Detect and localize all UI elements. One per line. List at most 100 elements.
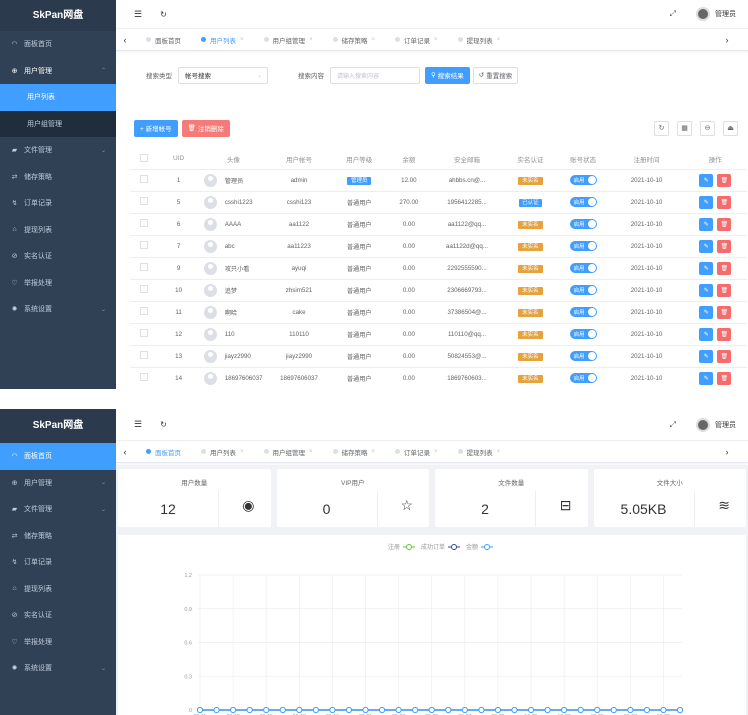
status-toggle[interactable]: 启用	[569, 263, 597, 273]
status-toggle[interactable]: 启用	[569, 351, 597, 361]
sidebar-item-8[interactable]: ✹ 系统设置 ⌄	[0, 655, 116, 682]
close-icon[interactable]: ×	[497, 37, 501, 43]
tab-2[interactable]: 用户组管理 ×	[258, 32, 319, 48]
edit-button[interactable]: ✎	[699, 305, 714, 319]
sidebar-item-3[interactable]: ⇄ 储存策略	[0, 523, 116, 550]
columns-icon[interactable]: ▦	[677, 120, 692, 136]
fullscreen-icon[interactable]: ⤢	[670, 9, 676, 19]
delete-row-button[interactable]: 🗑	[717, 305, 732, 319]
search-input[interactable]: 请输入搜索内容	[330, 66, 420, 84]
row-checkbox[interactable]	[139, 241, 148, 249]
close-icon[interactable]: ×	[240, 37, 244, 43]
tab-1[interactable]: 用户列表 ×	[195, 32, 250, 48]
chevron-left-icon[interactable]: ‹	[118, 447, 132, 457]
refresh-table-icon[interactable]: ↻	[654, 120, 669, 136]
row-checkbox[interactable]	[139, 219, 148, 227]
row-checkbox[interactable]	[139, 329, 148, 337]
sidebar-item-1[interactable]: ⊕ 用户管理 ⌃	[0, 58, 116, 85]
close-icon[interactable]: ×	[497, 449, 501, 455]
user-menu[interactable]: 管理员	[696, 7, 736, 21]
edit-button[interactable]: ✎	[699, 195, 714, 209]
sidebar-item-1[interactable]: ⊕ 用户管理 ⌄	[0, 470, 116, 497]
export-icon[interactable]: ⊖	[700, 120, 715, 136]
close-icon[interactable]: ×	[309, 449, 313, 455]
tab-3[interactable]: 储存策略 ×	[327, 444, 382, 460]
close-icon[interactable]: ×	[372, 37, 376, 43]
status-toggle[interactable]: 启用	[569, 219, 597, 229]
delete-row-button[interactable]: 🗑	[717, 173, 732, 187]
delete-row-button[interactable]: 🗑	[717, 349, 732, 363]
sidebar-item-6[interactable]: ↯ 订单记录	[0, 190, 116, 217]
edit-button[interactable]: ✎	[699, 371, 714, 385]
select-all-checkbox[interactable]	[139, 153, 148, 162]
sidebar-item-5[interactable]: ⇄ 储存策略	[0, 164, 116, 191]
sidebar-item-4[interactable]: ▰ 文件管理 ⌄	[0, 137, 116, 164]
tab-4[interactable]: 订单记录 ×	[389, 444, 444, 460]
sidebar-item-7[interactable]: ♡ 举报处理	[0, 629, 116, 656]
hamburger-icon[interactable]: ☰	[134, 419, 142, 430]
sidebar-item-6[interactable]: ⊘ 实名认证	[0, 602, 116, 629]
tab-1[interactable]: 用户列表 ×	[195, 444, 250, 460]
close-icon[interactable]: ×	[240, 449, 244, 455]
status-toggle[interactable]: 启用	[569, 197, 597, 207]
tab-4[interactable]: 订单记录 ×	[389, 32, 444, 48]
print-icon[interactable]: ⏏	[723, 120, 738, 136]
delete-row-button[interactable]: 🗑	[717, 371, 732, 385]
delete-row-button[interactable]: 🗑	[717, 217, 732, 231]
search-type-select[interactable]: 帐号搜索 ⌄	[178, 66, 268, 84]
sidebar-item-7[interactable]: ⌂ 提现列表	[0, 217, 116, 244]
row-checkbox[interactable]	[139, 175, 148, 183]
hamburger-icon[interactable]: ☰	[134, 9, 142, 20]
close-icon[interactable]: ×	[372, 449, 376, 455]
chevron-right-icon[interactable]: ›	[720, 35, 734, 45]
row-checkbox[interactable]	[139, 373, 148, 381]
row-checkbox[interactable]	[139, 351, 148, 359]
status-toggle[interactable]: 启用	[569, 373, 597, 383]
edit-button[interactable]: ✎	[699, 261, 714, 275]
row-checkbox[interactable]	[139, 285, 148, 293]
delete-row-button[interactable]: 🗑	[717, 327, 732, 341]
edit-button[interactable]: ✎	[699, 283, 714, 297]
edit-button[interactable]: ✎	[699, 327, 714, 341]
chevron-left-icon[interactable]: ‹	[118, 35, 132, 45]
tab-3[interactable]: 储存策略 ×	[327, 32, 382, 48]
tab-5[interactable]: 提现列表 ×	[452, 32, 507, 48]
row-checkbox[interactable]	[139, 307, 148, 315]
sidebar-item-8[interactable]: ⊘ 实名认证	[0, 243, 116, 270]
sidebar-item-3[interactable]: 用户组管理	[0, 110, 116, 137]
row-checkbox[interactable]	[139, 263, 148, 271]
status-toggle[interactable]: 启用	[569, 285, 597, 295]
close-icon[interactable]: ×	[434, 449, 438, 455]
status-toggle[interactable]: 启用	[569, 307, 597, 317]
delete-row-button[interactable]: 🗑	[717, 261, 732, 275]
chevron-right-icon[interactable]: ›	[720, 447, 734, 457]
sidebar-item-5[interactable]: ⌂ 提现列表	[0, 576, 116, 603]
status-toggle[interactable]: 启用	[569, 241, 597, 251]
edit-button[interactable]: ✎	[699, 239, 714, 253]
sidebar-item-2[interactable]: 用户列表	[0, 84, 116, 111]
tab-5[interactable]: 提现列表 ×	[452, 444, 507, 460]
tab-2[interactable]: 用户组管理 ×	[258, 444, 319, 460]
edit-button[interactable]: ✎	[699, 173, 714, 187]
status-toggle[interactable]: 启用	[569, 329, 597, 339]
refresh-icon[interactable]: ↻	[160, 420, 167, 429]
edit-button[interactable]: ✎	[699, 349, 714, 363]
delete-row-button[interactable]: 🗑	[717, 239, 732, 253]
tab-0[interactable]: 面板首页	[140, 32, 187, 48]
delete-row-button[interactable]: 🗑	[717, 195, 732, 209]
close-icon[interactable]: ×	[309, 37, 313, 43]
fullscreen-icon[interactable]: ⤢	[670, 420, 676, 430]
sidebar-item-0[interactable]: ◠ 面板首页	[0, 31, 116, 58]
sidebar-item-9[interactable]: ♡ 举报处理	[0, 270, 116, 297]
refresh-icon[interactable]: ↻	[160, 10, 167, 19]
user-menu[interactable]: 管理员	[696, 417, 736, 432]
delete-row-button[interactable]: 🗑	[717, 283, 732, 297]
tab-0[interactable]: 面板首页	[140, 444, 187, 460]
sidebar-item-2[interactable]: ▰ 文件管理 ⌄	[0, 496, 116, 523]
row-checkbox[interactable]	[139, 197, 148, 205]
sidebar-item-4[interactable]: ↯ 订单记录	[0, 549, 116, 576]
add-account-button[interactable]: + 新增帐号	[134, 119, 178, 137]
sidebar-item-10[interactable]: ✹ 系统设置 ⌄	[0, 296, 116, 323]
sidebar-item-0[interactable]: ◠ 面板首页	[0, 443, 116, 470]
delete-button[interactable]: 🗑 注销删除	[181, 119, 230, 137]
